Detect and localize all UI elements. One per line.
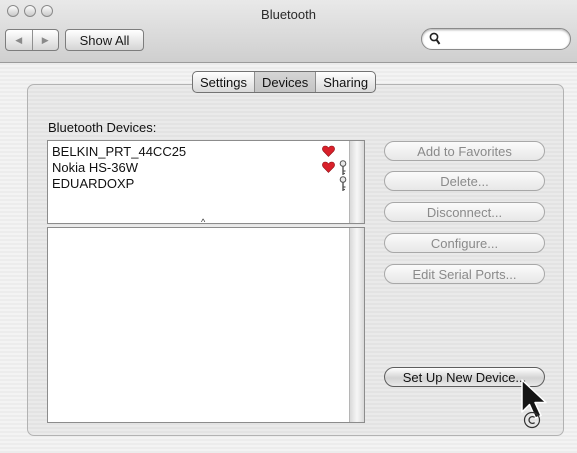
configure-button[interactable]: Configure... <box>384 233 545 253</box>
tab-sharing[interactable]: Sharing <box>315 72 375 92</box>
tab-bar: Settings Devices Sharing <box>192 71 377 93</box>
tab-devices[interactable]: Devices <box>253 72 316 92</box>
services-list-scrollbar[interactable] <box>349 228 364 422</box>
device-services-list[interactable] <box>47 227 365 423</box>
bluetooth-preferences-window: Bluetooth ◀ ▶ Show All Settings Devices … <box>0 0 577 453</box>
device-name: Nokia HS-36W <box>52 160 138 175</box>
show-all-button[interactable]: Show All <box>65 29 144 51</box>
device-row[interactable]: Nokia HS-36W <box>52 160 347 176</box>
device-name: EDUARDOXP <box>52 176 135 191</box>
back-arrow-icon[interactable]: ◀ <box>6 30 33 50</box>
favorite-heart-icon <box>322 145 335 157</box>
copyright-badge-icon <box>523 411 541 429</box>
tab-settings[interactable]: Settings <box>193 72 254 92</box>
back-forward-control: ◀ ▶ <box>5 29 59 51</box>
title-bar: Bluetooth ◀ ▶ Show All <box>0 0 577 63</box>
device-name: BELKIN_PRT_44CC25 <box>52 144 187 159</box>
favorite-heart-icon <box>322 161 335 173</box>
search-icon <box>429 32 441 45</box>
delete-button[interactable]: Delete... <box>384 171 545 191</box>
device-row[interactable]: EDUARDOXP <box>52 176 347 192</box>
search-input[interactable] <box>444 31 562 46</box>
paired-key-icon <box>339 176 347 191</box>
device-list-scrollbar[interactable] <box>349 141 364 223</box>
device-list[interactable]: BELKIN_PRT_44CC25 Nokia HS-36W EDUARDOXP <box>47 140 365 224</box>
split-view-handle-icon[interactable]: ^ <box>201 217 205 227</box>
bluetooth-devices-label: Bluetooth Devices: <box>48 120 157 135</box>
edit-serial-ports-button[interactable]: Edit Serial Ports... <box>384 264 545 284</box>
forward-arrow-icon[interactable]: ▶ <box>33 30 59 50</box>
paired-key-icon <box>339 160 347 175</box>
search-field[interactable] <box>421 28 571 50</box>
window-title: Bluetooth <box>261 7 316 22</box>
device-row[interactable]: BELKIN_PRT_44CC25 <box>52 144 347 160</box>
add-to-favorites-button[interactable]: Add to Favorites <box>384 141 545 161</box>
disconnect-button[interactable]: Disconnect... <box>384 202 545 222</box>
